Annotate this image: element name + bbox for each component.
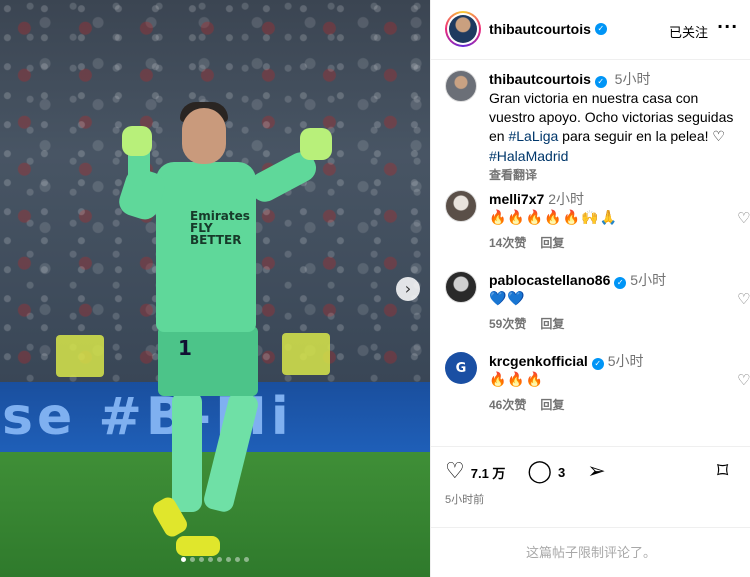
jersey-number: 1 bbox=[178, 336, 192, 360]
post-actions: ♡ 7.1 万 ◯ 3 ➢ ⌑ 5小时前 bbox=[431, 446, 750, 526]
carousel-dot[interactable] bbox=[199, 557, 204, 562]
more-horizontal-icon[interactable]: ··· bbox=[717, 17, 738, 36]
share-icon[interactable]: ➢ bbox=[587, 461, 605, 483]
comments-list[interactable]: thibautcourtois ✓ 5小时 Gran victoria en n… bbox=[431, 60, 750, 446]
carousel-dot[interactable] bbox=[181, 557, 186, 562]
carousel-dot[interactable] bbox=[208, 557, 213, 562]
chevron-right-icon[interactable]: › bbox=[396, 277, 420, 301]
bookmark-icon[interactable]: ⌑ bbox=[717, 461, 728, 483]
heart-icon[interactable]: ♡ bbox=[737, 371, 750, 389]
post-photo[interactable]: se #B-Mi Emirates FLY BETTER 1 › bbox=[0, 0, 430, 577]
comment-text: 💙💙 bbox=[489, 291, 526, 307]
carousel-dot[interactable] bbox=[226, 557, 231, 562]
comment-likes[interactable]: 59次赞 bbox=[489, 315, 526, 334]
comment-time: 5小时 bbox=[607, 353, 644, 369]
carousel-dot[interactable] bbox=[235, 557, 240, 562]
comment-avatar[interactable] bbox=[445, 190, 477, 222]
comments-limited-notice: 这篇帖子限制评论了。 bbox=[431, 527, 750, 577]
hashtag-halamadrid[interactable]: #HalaMadrid bbox=[489, 148, 568, 164]
reply-button[interactable]: 回复 bbox=[540, 234, 564, 253]
comment-username[interactable]: krcgenkofficial bbox=[489, 353, 588, 369]
posted-time[interactable]: 5小时前 bbox=[445, 491, 484, 507]
verified-badge-icon: ✓ bbox=[591, 358, 604, 370]
comment-likes[interactable]: 46次赞 bbox=[489, 396, 526, 415]
reply-button[interactable]: 回复 bbox=[540, 315, 564, 334]
author-username[interactable]: thibautcourtois bbox=[489, 21, 591, 37]
heart-icon[interactable]: ♡ bbox=[445, 461, 465, 483]
hashtag-laliga[interactable]: #LaLiga bbox=[508, 128, 558, 144]
author-avatar[interactable] bbox=[445, 11, 481, 47]
steward-vest bbox=[56, 335, 104, 377]
white-heart-emoji: ♡ bbox=[712, 129, 725, 145]
comment-time: 5小时 bbox=[630, 272, 667, 288]
comment-icon[interactable]: ◯ bbox=[527, 461, 552, 483]
verified-badge-icon: ✓ bbox=[614, 277, 627, 289]
jersey-sponsor: Emirates FLY BETTER bbox=[190, 209, 250, 247]
caption-avatar[interactable] bbox=[445, 70, 477, 102]
caption-time: 5小时 bbox=[614, 71, 651, 87]
comment-count: 3 bbox=[558, 464, 566, 480]
caption-username[interactable]: thibautcourtois bbox=[489, 71, 591, 87]
comment-text: 🔥🔥🔥🔥🔥🙌🙏 bbox=[489, 210, 619, 226]
heart-icon[interactable]: ♡ bbox=[737, 290, 750, 308]
verified-badge-icon: ✓ bbox=[594, 76, 607, 88]
author-username-row: thibautcourtois ✓ bbox=[489, 21, 607, 37]
like-count[interactable]: 7.1 万 bbox=[471, 463, 506, 482]
comment-likes[interactable]: 14次赞 bbox=[489, 234, 526, 253]
comment-username[interactable]: pablocastellano86 bbox=[489, 272, 610, 288]
see-translation-link[interactable]: 查看翻译 bbox=[489, 166, 537, 185]
carousel-dot[interactable] bbox=[244, 557, 249, 562]
following-button[interactable]: 已关注 bbox=[669, 22, 708, 41]
post-header: thibautcourtois ✓ 已关注 ··· bbox=[431, 0, 750, 60]
goalkeeper-figure: Emirates FLY BETTER 1 bbox=[115, 100, 350, 570]
carousel-dot[interactable] bbox=[190, 557, 195, 562]
comment-text: 🔥🔥🔥 bbox=[489, 372, 545, 388]
comment-avatar[interactable]: G bbox=[445, 352, 477, 384]
caption-text: Gran victoria en nuestra casa con vuestr… bbox=[489, 89, 741, 166]
comment-avatar[interactable] bbox=[445, 271, 477, 303]
carousel-dot[interactable] bbox=[217, 557, 222, 562]
heart-icon[interactable]: ♡ bbox=[737, 209, 750, 227]
post-side-panel: thibautcourtois ✓ 已关注 ··· thibautcourtoi… bbox=[430, 0, 750, 577]
carousel-dots bbox=[0, 557, 430, 562]
comment-username[interactable]: melli7x7 bbox=[489, 191, 544, 207]
verified-badge-icon: ✓ bbox=[594, 23, 607, 35]
comment-time: 2小时 bbox=[548, 191, 585, 207]
reply-button[interactable]: 回复 bbox=[540, 396, 564, 415]
caption-text-part: para seguir en la pelea! bbox=[558, 128, 713, 144]
